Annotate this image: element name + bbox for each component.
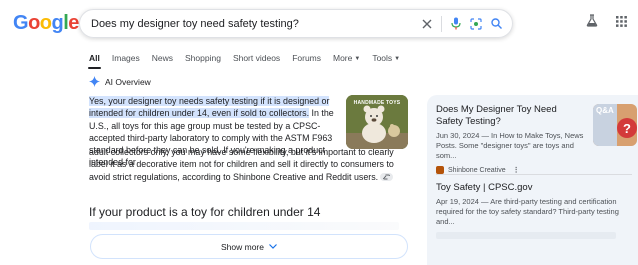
google-logo[interactable]: Google [13, 12, 79, 35]
tab-more[interactable]: More ▼ [333, 53, 360, 63]
shinbone-creative-link[interactable]: Shinbone Creative [233, 172, 306, 182]
tab-forums[interactable]: Forums [292, 53, 321, 63]
source-card-title[interactable]: Toy Safety | CPSC.gov [436, 182, 636, 194]
tab-all[interactable]: All [88, 53, 101, 69]
faded-text-preview [89, 222, 399, 230]
search-icon[interactable] [486, 14, 506, 34]
tab-short-videos[interactable]: Short videos [233, 53, 280, 63]
source-card-snippet: Apr 19, 2024 — Are third-party testing a… [436, 197, 619, 226]
chevron-down-icon [269, 244, 277, 249]
and-text: and [306, 171, 326, 182]
ai-overview-paragraph-2: adult collectors only, you may have some… [89, 146, 409, 183]
faded-source-line [436, 232, 616, 239]
tab-more-label: More [333, 53, 353, 63]
tab-shopping[interactable]: Shopping [185, 53, 221, 63]
ai-subheading: If your product is a toy for children un… [89, 205, 321, 219]
source-card-title[interactable]: Does My Designer Toy Need Safety Testing… [436, 104, 586, 128]
tab-news[interactable]: News [152, 53, 173, 63]
ai-overview-title: AI Overview [105, 76, 151, 87]
source-card-shinbone[interactable]: Does My Designer Toy Need Safety Testing… [436, 104, 586, 174]
search-divider [441, 15, 442, 32]
search-input[interactable]: Does my designer toy need safety testing… [91, 18, 417, 30]
mic-icon[interactable] [446, 14, 466, 34]
svg-text:?: ? [623, 121, 631, 136]
lens-icon[interactable] [466, 14, 486, 34]
tab-images[interactable]: Images [112, 53, 140, 63]
tab-tools[interactable]: Tools ▼ [372, 53, 400, 63]
handmade-toys-thumbnail[interactable]: HANDMADE TOYS [346, 95, 408, 149]
period-text: . [375, 171, 379, 182]
chevron-down-icon: ▼ [394, 56, 401, 62]
search-tabs: All Images News Shopping Short videos Fo… [88, 53, 400, 69]
source-card-snippet: Jun 30, 2024 — In How to Make Toys, News… [436, 131, 584, 160]
close-icon[interactable] [417, 14, 437, 34]
favicon-icon [436, 166, 444, 174]
panel-divider [436, 174, 632, 175]
reddit-users-link[interactable]: Reddit users [326, 172, 376, 182]
source-name: Shinbone Creative [448, 166, 506, 174]
source-card-image[interactable]: ? Q&A [593, 104, 637, 146]
source-card-cpsc[interactable]: Toy Safety | CPSC.gov Apr 19, 2024 — Are… [436, 182, 636, 239]
highlighted-answer: Yes, your designer toy needs safety test… [89, 96, 330, 119]
apps-grid-icon[interactable] [616, 14, 627, 32]
thumbnail-label: HANDMADE TOYS [353, 100, 401, 106]
source-card-source: Shinbone Creative ⋮ [436, 166, 586, 174]
more-vert-icon[interactable]: ⋮ [513, 166, 520, 174]
search-actions [417, 14, 506, 34]
sparkle-icon [89, 76, 100, 87]
link-icon[interactable] [380, 172, 394, 181]
ai-overview-header: AI Overview [89, 76, 151, 87]
labs-flask-icon[interactable] [586, 14, 598, 32]
chevron-down-icon: ▼ [354, 56, 361, 62]
search-box[interactable]: Does my designer toy need safety testing… [79, 9, 513, 38]
qa-label: Q&A [596, 106, 614, 115]
show-more-label: Show more [221, 241, 264, 252]
show-more-button[interactable]: Show more [90, 234, 408, 259]
tab-tools-label: Tools [372, 53, 393, 63]
